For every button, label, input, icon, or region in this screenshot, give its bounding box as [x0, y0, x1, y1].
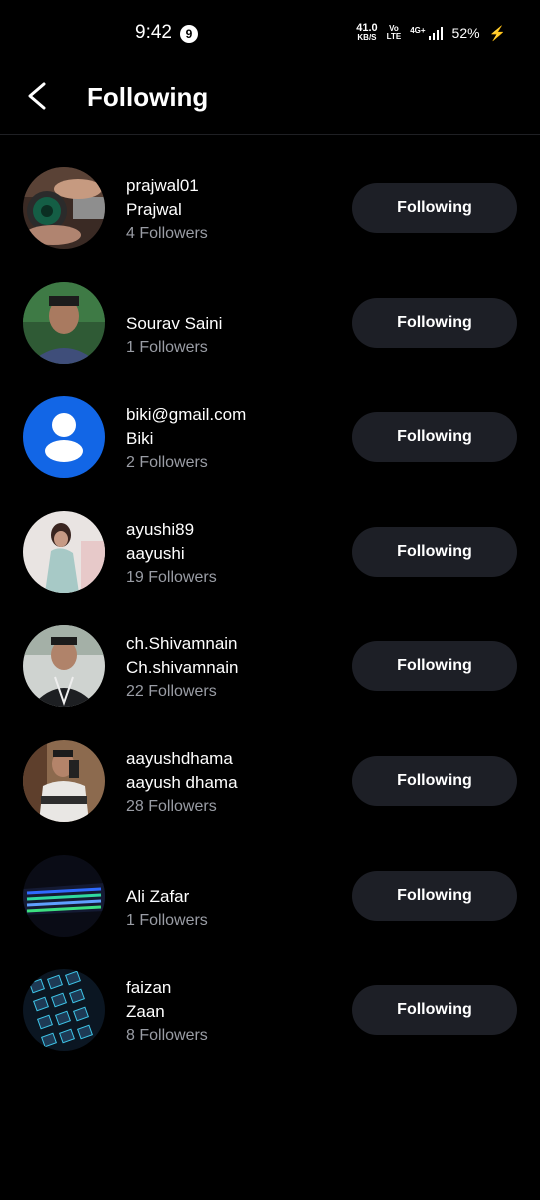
display-name: aayushi — [126, 543, 185, 563]
follower-count: 19 Followers — [126, 568, 217, 586]
avatar[interactable] — [23, 510, 105, 593]
display-name: Zaan — [126, 1002, 165, 1022]
following-button[interactable]: Following — [352, 985, 517, 1036]
follower-count: 28 Followers — [126, 797, 217, 815]
app-header: Following — [0, 68, 540, 135]
username: aayushdhama — [126, 748, 233, 768]
user-info: aayushdhama aayush dhama 28 Followers — [126, 747, 238, 819]
following-button[interactable]: Following — [352, 755, 517, 806]
list-item[interactable]: ayushi89 aayushi 19 Followers Following — [0, 494, 540, 609]
volte-icon: Vo LTE — [387, 25, 402, 41]
follower-count: 2 Followers — [126, 454, 208, 472]
user-info: faizan Zaan 8 Followers — [126, 976, 208, 1048]
signal-icon: 4G+ — [410, 26, 443, 40]
network-speed-unit: KB/S — [357, 33, 377, 42]
display-name: Prajwal — [126, 200, 182, 219]
follower-count: 1 Followers — [126, 911, 208, 929]
user-info: ayushi89 aayushi 19 Followers — [126, 518, 217, 590]
avatar[interactable] — [23, 281, 105, 364]
status-bar: 9:42 9 41.0 KB/S Vo LTE 4G+ 52% ⚡ — [0, 0, 540, 68]
display-name: Biki — [126, 429, 154, 449]
list-item[interactable]: faizan Zaan 8 Followers Following — [0, 952, 540, 1067]
list-item[interactable]: ch.Shivamnain Ch.shivamnain 22 Followers… — [0, 608, 540, 723]
user-info: Ali Zafar 1 Followers — [126, 885, 208, 933]
display-name: Ch.shivamnain — [126, 658, 239, 678]
page-title: Following — [87, 82, 209, 112]
username: ayushi89 — [126, 519, 195, 539]
list-item[interactable]: Sourav Saini 1 Followers Following — [0, 265, 540, 380]
list-item[interactable]: Ali Zafar 1 Followers Following — [0, 838, 540, 953]
follower-count: 1 Followers — [126, 338, 208, 356]
default-avatar[interactable] — [23, 396, 105, 479]
user-info: ch.Shivamnain Ch.shivamnain 22 Followers — [126, 632, 238, 704]
username: faizan — [126, 978, 172, 998]
username: Ali Zafar — [126, 886, 190, 906]
follower-count: 4 Followers — [126, 225, 208, 242]
avatar[interactable] — [23, 739, 105, 822]
following-button[interactable]: Following — [352, 870, 517, 921]
list-item[interactable]: biki@gmail.com Biki 2 Followers Followin… — [0, 379, 540, 494]
user-info: biki@gmail.com Biki 2 Followers — [126, 403, 246, 475]
network-speed: 41.0 KB/S — [356, 22, 378, 43]
avatar[interactable] — [23, 969, 105, 1052]
following-button[interactable]: Following — [352, 641, 517, 692]
user-info: prajwal01 Prajwal 4 Followers — [126, 174, 208, 246]
volte-bottom-label: LTE — [386, 32, 402, 41]
following-button[interactable]: Following — [352, 412, 517, 463]
chevron-left-icon — [28, 82, 46, 110]
user-info: Sourav Saini 1 Followers — [126, 312, 222, 360]
system-indicators: 41.0 KB/S Vo LTE 4G+ 52% ⚡ — [356, 22, 506, 43]
charging-icon: ⚡ — [488, 24, 506, 41]
list-item[interactable]: prajwal01 Prajwal 4 Followers Following — [0, 150, 540, 265]
username: Sourav Saini — [126, 313, 223, 333]
avatar[interactable] — [23, 167, 105, 249]
avatar[interactable] — [23, 854, 105, 937]
follower-count: 22 Followers — [126, 683, 217, 701]
follower-count: 8 Followers — [126, 1027, 208, 1045]
following-button[interactable]: Following — [352, 297, 517, 348]
network-type-label: 4G+ — [410, 26, 426, 35]
person-icon — [23, 396, 105, 479]
following-button[interactable]: Following — [352, 526, 517, 577]
list-item[interactable]: aayushdhama aayush dhama 28 Followers Fo… — [0, 723, 540, 838]
battery-percent: 52% — [451, 25, 480, 41]
username: biki@gmail.com — [126, 405, 247, 425]
username: prajwal01 — [126, 176, 199, 195]
avatar[interactable] — [23, 625, 105, 708]
back-button[interactable] — [22, 80, 54, 112]
notification-count-badge: 9 — [180, 25, 198, 43]
username: ch.Shivamnain — [126, 634, 238, 654]
following-list: prajwal01 Prajwal 4 Followers Following … — [0, 150, 540, 1067]
display-name: aayush dhama — [126, 772, 238, 792]
following-button[interactable]: Following — [352, 183, 517, 233]
clock: 9:42 — [135, 22, 172, 43]
network-speed-value: 41.0 — [356, 22, 378, 34]
